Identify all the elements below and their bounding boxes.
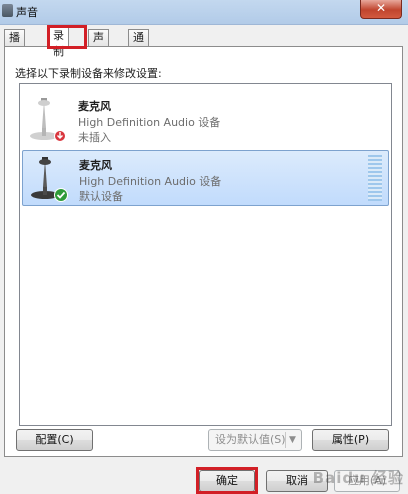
speaker-icon xyxy=(2,4,13,17)
properties-button[interactable]: 属性(P) xyxy=(312,429,389,451)
split-divider xyxy=(285,432,286,448)
watermark: Baidu 经验 xyxy=(312,469,404,487)
recording-panel: 选择以下录制设备来修改设置: 麦克风 High Definition Audio… xyxy=(4,46,403,457)
device-list: 麦克风 High Definition Audio 设备 未插入 麦克风 Hig… xyxy=(19,83,392,426)
device-description: High Definition Audio 设备 xyxy=(79,175,222,188)
device-item-selected[interactable]: 麦克风 High Definition Audio 设备 默认设备 xyxy=(22,150,389,206)
title-bar: 声音 ✕ xyxy=(0,0,408,25)
dropdown-arrow-icon[interactable]: ▼ xyxy=(289,430,296,450)
device-name: 麦克风 xyxy=(78,100,111,113)
set-default-label: 设为默认值(S) xyxy=(215,433,286,446)
tab-communications[interactable]: 通信 xyxy=(128,29,149,60)
device-name: 麦克风 xyxy=(79,159,112,172)
device-status: 未插入 xyxy=(78,131,111,144)
audio-level-meter xyxy=(368,155,382,201)
ok-button[interactable]: 确定 xyxy=(199,470,255,492)
tab-recording[interactable]: 录制 xyxy=(48,27,69,58)
device-item[interactable]: 麦克风 High Definition Audio 设备 未插入 xyxy=(22,92,389,148)
window-title: 声音 xyxy=(16,6,38,19)
tab-sounds[interactable]: 声音 xyxy=(88,29,109,60)
microphone-icon xyxy=(30,98,66,142)
instructions-label: 选择以下录制设备来修改设置: xyxy=(15,67,162,80)
device-description: High Definition Audio 设备 xyxy=(78,116,221,129)
configure-button[interactable]: 配置(C) xyxy=(16,429,93,451)
tab-playback[interactable]: 播放 xyxy=(4,29,25,60)
device-status: 默认设备 xyxy=(79,190,123,203)
close-button[interactable]: ✕ xyxy=(360,0,402,19)
microphone-icon xyxy=(31,157,68,202)
set-default-button[interactable]: 设为默认值(S) ▼ xyxy=(208,429,302,451)
sound-dialog: 播放 录制 声音 通信 选择以下录制设备来修改设置: 麦克风 High xyxy=(0,25,408,494)
